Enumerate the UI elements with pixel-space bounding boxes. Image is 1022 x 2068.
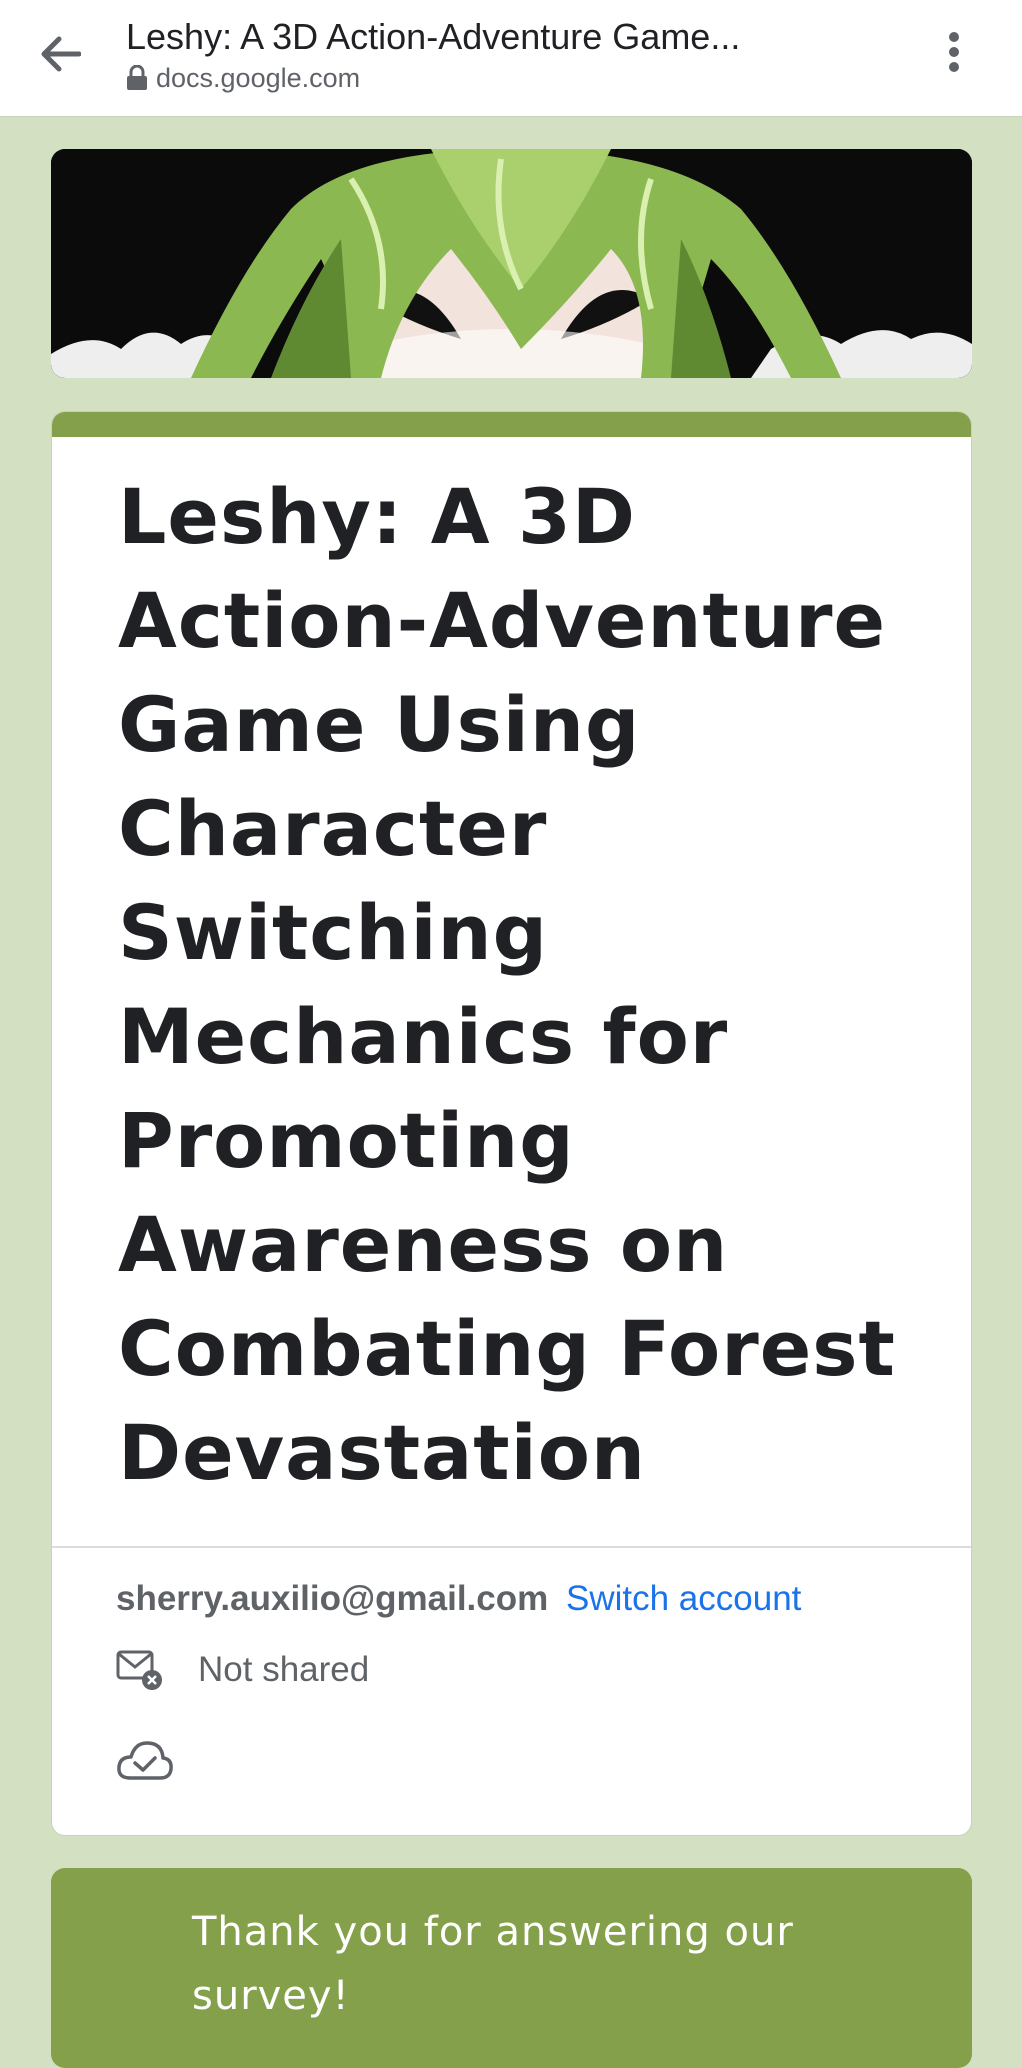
share-status-row: Not shared bbox=[116, 1648, 369, 1692]
divider bbox=[52, 1546, 971, 1548]
address-area[interactable]: Leshy: A 3D Action-Adventure Game... doc… bbox=[126, 14, 886, 94]
url-row: docs.google.com bbox=[126, 62, 886, 94]
form-header-card: Leshy: A 3D Action-Adventure Game Using … bbox=[51, 411, 972, 1836]
lock-icon bbox=[126, 65, 148, 91]
more-vert-icon bbox=[949, 32, 959, 72]
share-status-text: Not shared bbox=[198, 1650, 370, 1689]
account-row: sherry.auxilio@gmail.com Switch account bbox=[116, 1577, 801, 1621]
arrow-left-icon bbox=[41, 36, 81, 72]
draft-saved-indicator bbox=[116, 1738, 174, 1787]
browser-toolbar: Leshy: A 3D Action-Adventure Game... doc… bbox=[0, 0, 1022, 117]
header-banner-image bbox=[51, 149, 972, 378]
card-accent-bar bbox=[52, 412, 971, 437]
cloud-saved-icon bbox=[117, 1741, 173, 1780]
more-options-button[interactable] bbox=[930, 28, 978, 76]
back-button[interactable] bbox=[30, 30, 90, 78]
account-email: sherry.auxilio@gmail.com bbox=[116, 1579, 549, 1618]
mail-not-shared-icon bbox=[116, 1648, 164, 1692]
confirmation-card: Thank you for answering our survey! bbox=[51, 1868, 972, 2068]
page-title: Leshy: A 3D Action-Adventure Game... bbox=[126, 16, 741, 57]
confirmation-message: Thank you for answering our survey! bbox=[192, 1909, 794, 2019]
switch-account-link[interactable]: Switch account bbox=[566, 1579, 801, 1618]
form-title: Leshy: A 3D Action-Adventure Game Using … bbox=[118, 472, 896, 1497]
url-text: docs.google.com bbox=[156, 63, 361, 93]
